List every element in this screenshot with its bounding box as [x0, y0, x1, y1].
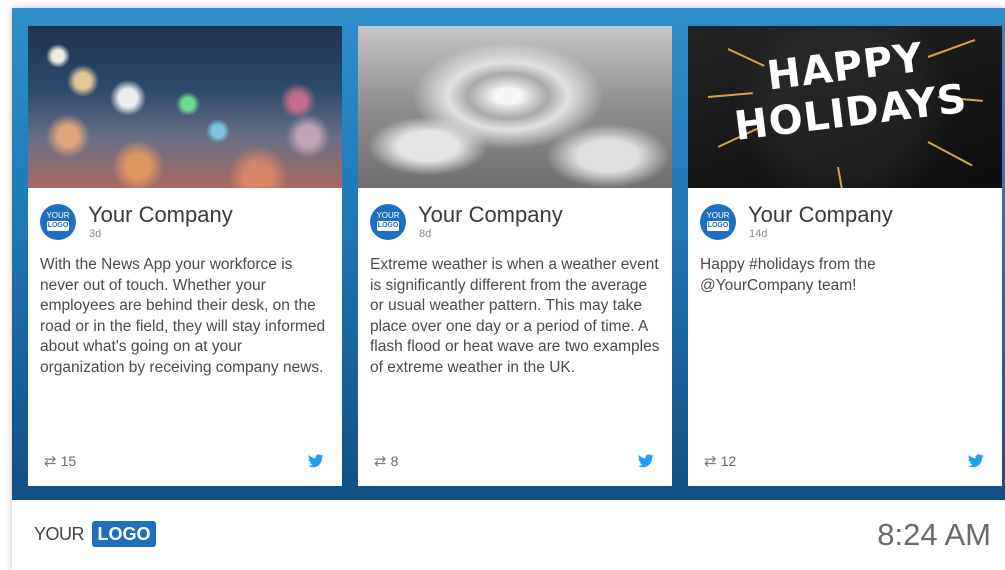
post-header: YOUR LOGO Your Company 8d	[370, 202, 660, 242]
post-age: 8d	[419, 228, 432, 240]
retweet-count: ⇄ 15	[44, 452, 76, 471]
avatar-text-bottom: LOGO	[377, 221, 399, 231]
signage-screen: YOUR LOGO Your Company 3d With the News …	[12, 8, 1005, 570]
avatar: YOUR LOGO	[40, 204, 76, 240]
retweet-icon: ⇄	[374, 453, 387, 470]
retweet-icon: ⇄	[44, 453, 57, 470]
post-text: Extreme weather is when a weather event …	[370, 256, 660, 376]
post-card[interactable]: YOUR LOGO Your Company 3d With the News …	[28, 26, 342, 486]
avatar-text-top: YOUR	[46, 211, 70, 220]
author-name: Your Company	[748, 202, 893, 227]
retweet-number: 15	[60, 453, 77, 469]
avatar: YOUR LOGO	[370, 204, 406, 240]
post-age: 14d	[749, 228, 768, 240]
author-name: Your Company	[418, 202, 563, 227]
post-text: With the News App your workforce is neve…	[40, 256, 326, 376]
footer-bar: YOUR LOGO 8:24 AM	[12, 500, 1005, 570]
post-image	[28, 26, 342, 188]
post-card[interactable]: HAPPY HOLIDAYS YOUR LOGO Your Company 14…	[688, 26, 1002, 486]
avatar: YOUR LOGO	[700, 204, 736, 240]
retweet-icon: ⇄	[704, 453, 717, 470]
footer-logo-text: YOUR	[34, 524, 85, 544]
holiday-image-text: HAPPY HOLIDAYS	[723, 30, 972, 151]
social-wall: YOUR LOGO Your Company 3d With the News …	[12, 8, 1005, 500]
retweet-count: ⇄ 12	[704, 452, 736, 471]
post-text: Happy #holidays from the @YourCompany te…	[700, 256, 876, 294]
footer-logo-box: LOGO	[92, 521, 156, 547]
retweet-count: ⇄ 8	[374, 452, 398, 471]
twitter-bird-icon	[968, 454, 984, 468]
post-image: HAPPY HOLIDAYS	[688, 26, 1002, 188]
clock-time: 8:24 AM	[877, 517, 991, 552]
avatar-text-top: YOUR	[706, 211, 730, 220]
avatar-text-bottom: LOGO	[707, 221, 729, 231]
post-header: YOUR LOGO Your Company 14d	[700, 202, 990, 242]
post-card[interactable]: YOUR LOGO Your Company 8d Extreme weathe…	[358, 26, 672, 486]
author-name: Your Company	[88, 202, 233, 227]
retweet-number: 8	[390, 453, 399, 469]
spark-line	[837, 166, 845, 188]
avatar-text-bottom: LOGO	[47, 221, 69, 231]
post-age: 3d	[89, 228, 102, 240]
twitter-bird-icon	[638, 454, 654, 468]
twitter-bird-icon	[308, 454, 324, 468]
spark-line	[927, 141, 973, 167]
post-image	[358, 26, 672, 188]
avatar-text-top: YOUR	[376, 211, 400, 220]
retweet-number: 12	[720, 453, 737, 469]
post-header: YOUR LOGO Your Company 3d	[40, 202, 330, 242]
